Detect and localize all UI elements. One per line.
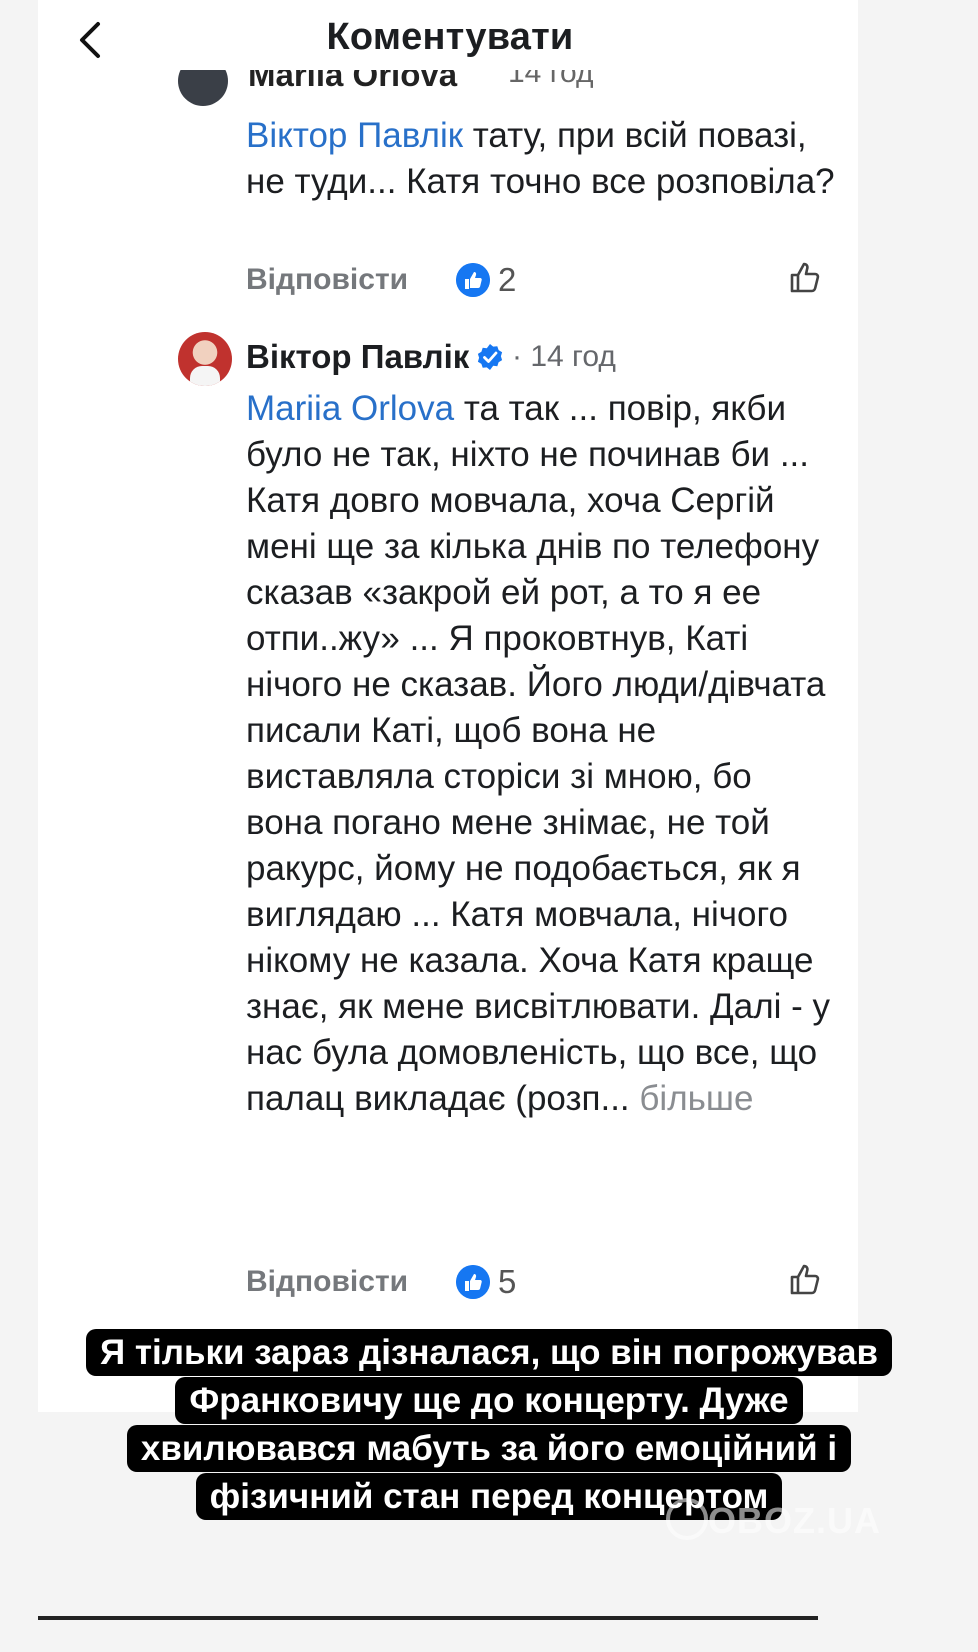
watermark-logo-icon [666, 1498, 708, 1540]
comment-2-mention[interactable]: Mariia Orlova [246, 389, 454, 428]
comment-1-actions: Відповісти 2 [246, 255, 826, 305]
comment-2-time: · 14 год [512, 340, 616, 373]
divider [38, 1616, 818, 1620]
caption-line-3: хвилювався мабуть за його емоційний і [126, 1425, 852, 1472]
comment-1-author[interactable]: Mariia Orlova [248, 70, 457, 94]
comment-2-avatar[interactable] [178, 332, 232, 386]
page-title: Коментувати [326, 16, 574, 58]
comment-1-body: Віктор Павлік тату, при всій повазі, не … [246, 113, 836, 205]
like-outline-icon[interactable] [786, 1259, 826, 1299]
comment-1-reply-button[interactable]: Відповісти [246, 263, 408, 297]
avatar-figure [190, 366, 220, 386]
comment-1-time: 14 год [508, 70, 594, 89]
watermark: OBOZ.UA [708, 1500, 881, 1541]
comment-1-mention[interactable]: Віктор Павлік [246, 116, 463, 155]
comment-2-author-row: Віктор Павлік · 14 год [178, 332, 838, 392]
comment-2-text: та так ... повір, якби було не так, ніхт… [246, 389, 831, 1118]
comment-2-reply-button[interactable]: Відповісти [246, 1265, 408, 1299]
comment-2-actions: Відповісти 5 [246, 1257, 826, 1307]
comment-1-like-count: 2 [498, 261, 517, 298]
comment-2-like-count: 5 [498, 1263, 517, 1300]
comment-2-body: Mariia Orlova та так ... повір, якби бул… [246, 386, 836, 1122]
like-outline-icon[interactable] [786, 257, 826, 297]
verified-badge-icon [477, 344, 503, 370]
see-more-link[interactable]: більше [630, 1079, 753, 1118]
like-reaction-icon [456, 1265, 490, 1299]
caption-line-1: Я тільки зараз дізналася, що він погрожу… [85, 1329, 892, 1376]
caption-line-2: Франковичу ще до концерту. Дуже [175, 1377, 803, 1424]
comment-1-avatar[interactable] [178, 70, 228, 106]
comment-2-author[interactable]: Віктор Павлік [246, 338, 469, 376]
comment-1-author-row: Mariia Orlova 14 год [178, 70, 838, 110]
like-reaction-icon [456, 263, 490, 297]
story-caption: Я тільки зараз дізналася, що він погрожу… [0, 1329, 978, 1522]
